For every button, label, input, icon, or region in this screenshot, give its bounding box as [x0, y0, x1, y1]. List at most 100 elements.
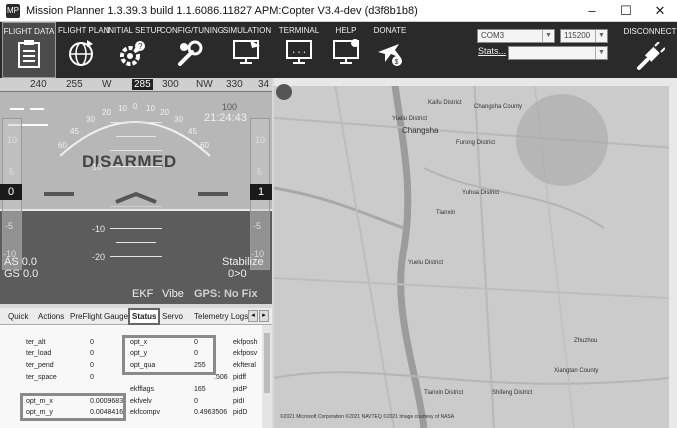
info-tabs: Quick Actions PreFlight Gauges Status Se…: [0, 308, 272, 325]
roll-label: 60: [200, 141, 209, 150]
status-value: 0.4963506: [194, 409, 228, 416]
tab-preflight[interactable]: PreFlight: [68, 310, 104, 325]
map-view[interactable]: Kaifu District Changsha County Yuelu Dis…: [274, 78, 677, 428]
roll-label: 20: [160, 108, 169, 117]
initial-setup-button[interactable]: INITIAL SETUP ?: [106, 22, 162, 78]
status-value: 0: [90, 374, 94, 381]
simulation-button[interactable]: SIMULATION: [222, 22, 272, 78]
port-select[interactable]: COM3 ▼: [477, 29, 555, 43]
status-scrollbar[interactable]: [262, 325, 272, 428]
baud-value: 115200: [564, 31, 591, 40]
initial-setup-label: INITIAL SETUP: [106, 26, 162, 35]
vibe-indicator[interactable]: Vibe: [162, 288, 184, 300]
status-name: ter_pend: [26, 362, 54, 369]
baud-select[interactable]: 115200 ▼: [560, 29, 608, 43]
help-button[interactable]: HELP: [326, 22, 366, 78]
pitch-line: [110, 256, 162, 257]
tab-prev-button[interactable]: ◂: [248, 310, 258, 322]
status-name: ekfvelv: [130, 398, 152, 405]
map-zoom-bar[interactable]: [669, 78, 677, 428]
status-name: ekfcompv: [130, 409, 160, 416]
compass-label: 240: [30, 79, 47, 90]
tape-tick-label: -5: [253, 221, 262, 231]
wrench-icon: [178, 40, 203, 66]
compass-label: 330: [226, 79, 243, 90]
hud-tick: [10, 108, 24, 110]
app-logo-icon: MP: [6, 3, 20, 18]
map-compass-icon[interactable]: [276, 84, 292, 100]
map-label: Kaifu District: [428, 100, 462, 106]
tab-quick[interactable]: Quick: [6, 310, 30, 325]
tape-tick-label: 5: [257, 167, 263, 177]
highlight-box-opt-m: [20, 393, 126, 421]
groundspeed-readout: GS 0.0: [4, 268, 39, 280]
tab-servo[interactable]: Servo: [160, 310, 185, 325]
pitch-label: 10: [92, 162, 103, 172]
map-label: Tianxin District: [424, 390, 464, 396]
disconnect-label: DISCONNECT: [623, 27, 677, 36]
roll-label: 10: [118, 104, 127, 113]
map-label: Xiangtan County: [554, 368, 599, 374]
map-label: Furong District: [456, 140, 496, 146]
map-label: Yuelu District: [408, 260, 444, 266]
pitch-line: [110, 166, 162, 167]
scrollbar-thumb[interactable]: [264, 333, 270, 393]
status-value: 0: [90, 350, 94, 357]
status-name: ekfposv: [233, 350, 258, 357]
donate-button[interactable]: DONATE $: [370, 22, 410, 78]
compass-label: 255: [66, 79, 83, 90]
flight-plan-button[interactable]: FLIGHT PLAN: [58, 22, 109, 78]
chevron-down-icon: ▼: [595, 47, 607, 59]
map-label: Yuhua District: [462, 190, 500, 196]
map-top-bar: [274, 78, 677, 86]
speed-top-value: 100: [222, 102, 238, 112]
flight-data-button[interactable]: FLIGHT DATA: [2, 22, 56, 78]
stats-select[interactable]: ▼: [508, 46, 608, 60]
monitor-icon: [233, 40, 260, 64]
tab-status[interactable]: Status: [128, 308, 161, 325]
svg-text:$: $: [395, 59, 399, 66]
stats-link[interactable]: Stats...: [478, 46, 506, 56]
pitch-label: -20: [92, 252, 106, 262]
window-title: Mission Planner 1.3.39.3 build 1.1.6086.…: [26, 4, 418, 17]
map-label: Zhuzhou: [574, 338, 598, 344]
map-copyright: ©2021 Microsoft Corporation ©2021 NAVTEQ…: [280, 414, 455, 420]
tab-telemetry-logs[interactable]: Telemetry Logs: [192, 310, 250, 325]
chevron-down-icon: ▼: [595, 30, 607, 42]
status-name: pidP: [233, 386, 248, 393]
close-button[interactable]: ✕: [643, 0, 677, 22]
flight-data-label: FLIGHT DATA: [3, 27, 55, 36]
pitch-line: [110, 150, 162, 151]
tab-next-button[interactable]: ▸: [259, 310, 269, 322]
status-value: 0: [194, 398, 198, 405]
tape-tick-label: -5: [5, 221, 14, 231]
tape-tick-label: 10: [7, 135, 18, 145]
terminal-button[interactable]: TERMINAL ...: [276, 22, 322, 78]
hud-panel: 240 255 W 285 300 NW 330 34 60 45 30 20 …: [0, 78, 272, 304]
disconnect-button[interactable]: DISCONNECT: [623, 22, 677, 78]
compass-label: W: [102, 79, 112, 90]
status-value-partial: .506: [214, 374, 228, 381]
title-bar: MP Mission Planner 1.3.39.3 build 1.1.60…: [0, 0, 677, 22]
ekf-indicator[interactable]: EKF: [132, 288, 153, 300]
config-tuning-label: CONFIG/TUNING: [160, 26, 224, 35]
status-name: ter_space: [26, 374, 57, 381]
roll-label: 60: [58, 141, 67, 150]
status-name: ekfflags: [130, 386, 154, 393]
maximize-button[interactable]: ☐: [609, 0, 643, 22]
roll-label: 30: [174, 115, 183, 124]
tab-actions[interactable]: Actions: [36, 310, 66, 325]
compass-heading: 285: [132, 79, 153, 90]
airspeed-readout: AS 0.0: [4, 256, 38, 268]
globe-icon: [69, 40, 93, 66]
status-value: 0: [90, 339, 94, 346]
hud-tick: [30, 108, 44, 110]
flight-mode-sub: 0>0: [228, 268, 247, 280]
status-name: ter_load: [26, 350, 52, 357]
highlight-box-opt: [122, 335, 216, 375]
map-canvas: [274, 78, 677, 428]
minimize-button[interactable]: –: [575, 0, 609, 22]
help-monitor-icon: [333, 39, 359, 64]
config-tuning-button[interactable]: CONFIG/TUNING: [160, 22, 224, 78]
hud-time: 21:24:43: [204, 112, 247, 124]
